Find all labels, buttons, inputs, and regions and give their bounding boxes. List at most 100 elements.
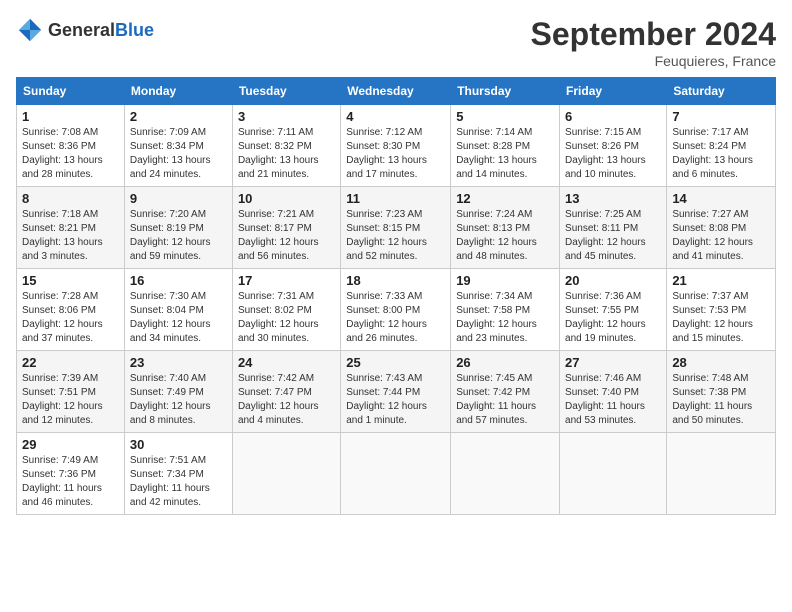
- calendar-cell: 23 Sunrise: 7:40 AMSunset: 7:49 PMDaylig…: [124, 351, 232, 433]
- day-number: 17: [238, 273, 335, 288]
- calendar-cell: 5 Sunrise: 7:14 AMSunset: 8:28 PMDayligh…: [451, 105, 560, 187]
- calendar-cell: 12 Sunrise: 7:24 AMSunset: 8:13 PMDaylig…: [451, 187, 560, 269]
- logo-text: GeneralBlue: [48, 20, 154, 41]
- day-detail: Sunrise: 7:28 AMSunset: 8:06 PMDaylight:…: [22, 290, 119, 346]
- calendar-week-row: 22 Sunrise: 7:39 AMSunset: 7:51 PMDaylig…: [17, 351, 776, 433]
- day-number: 25: [346, 355, 445, 370]
- calendar-cell: [232, 433, 340, 515]
- col-monday: Monday: [124, 78, 232, 105]
- day-number: 13: [565, 191, 661, 206]
- day-number: 24: [238, 355, 335, 370]
- calendar-cell: 16 Sunrise: 7:30 AMSunset: 8:04 PMDaylig…: [124, 269, 232, 351]
- calendar-cell: 22 Sunrise: 7:39 AMSunset: 7:51 PMDaylig…: [17, 351, 125, 433]
- month-title: September 2024: [531, 16, 776, 53]
- calendar-week-row: 8 Sunrise: 7:18 AMSunset: 8:21 PMDayligh…: [17, 187, 776, 269]
- calendar-cell: 11 Sunrise: 7:23 AMSunset: 8:15 PMDaylig…: [341, 187, 451, 269]
- day-number: 1: [22, 109, 119, 124]
- col-friday: Friday: [560, 78, 667, 105]
- day-number: 19: [456, 273, 554, 288]
- day-detail: Sunrise: 7:09 AMSunset: 8:34 PMDaylight:…: [130, 126, 227, 182]
- day-number: 4: [346, 109, 445, 124]
- day-detail: Sunrise: 7:51 AMSunset: 7:34 PMDaylight:…: [130, 454, 227, 510]
- calendar-cell: 6 Sunrise: 7:15 AMSunset: 8:26 PMDayligh…: [560, 105, 667, 187]
- day-detail: Sunrise: 7:15 AMSunset: 8:26 PMDaylight:…: [565, 126, 661, 182]
- calendar-cell: 19 Sunrise: 7:34 AMSunset: 7:58 PMDaylig…: [451, 269, 560, 351]
- day-detail: Sunrise: 7:23 AMSunset: 8:15 PMDaylight:…: [346, 208, 445, 264]
- calendar-cell: [341, 433, 451, 515]
- logo-general: General: [48, 20, 115, 40]
- calendar-cell: 29 Sunrise: 7:49 AMSunset: 7:36 PMDaylig…: [17, 433, 125, 515]
- calendar-cell: 26 Sunrise: 7:45 AMSunset: 7:42 PMDaylig…: [451, 351, 560, 433]
- calendar-cell: 8 Sunrise: 7:18 AMSunset: 8:21 PMDayligh…: [17, 187, 125, 269]
- calendar-cell: 17 Sunrise: 7:31 AMSunset: 8:02 PMDaylig…: [232, 269, 340, 351]
- day-detail: Sunrise: 7:40 AMSunset: 7:49 PMDaylight:…: [130, 372, 227, 428]
- day-detail: Sunrise: 7:21 AMSunset: 8:17 PMDaylight:…: [238, 208, 335, 264]
- day-detail: Sunrise: 7:36 AMSunset: 7:55 PMDaylight:…: [565, 290, 661, 346]
- col-sunday: Sunday: [17, 78, 125, 105]
- day-number: 2: [130, 109, 227, 124]
- day-number: 11: [346, 191, 445, 206]
- day-detail: Sunrise: 7:31 AMSunset: 8:02 PMDaylight:…: [238, 290, 335, 346]
- calendar-cell: 30 Sunrise: 7:51 AMSunset: 7:34 PMDaylig…: [124, 433, 232, 515]
- day-detail: Sunrise: 7:20 AMSunset: 8:19 PMDaylight:…: [130, 208, 227, 264]
- day-detail: Sunrise: 7:42 AMSunset: 7:47 PMDaylight:…: [238, 372, 335, 428]
- calendar-cell: [560, 433, 667, 515]
- logo: GeneralBlue: [16, 16, 154, 44]
- calendar-cell: 28 Sunrise: 7:48 AMSunset: 7:38 PMDaylig…: [667, 351, 776, 433]
- day-detail: Sunrise: 7:46 AMSunset: 7:40 PMDaylight:…: [565, 372, 661, 428]
- calendar-cell: 3 Sunrise: 7:11 AMSunset: 8:32 PMDayligh…: [232, 105, 340, 187]
- calendar-cell: 14 Sunrise: 7:27 AMSunset: 8:08 PMDaylig…: [667, 187, 776, 269]
- day-detail: Sunrise: 7:49 AMSunset: 7:36 PMDaylight:…: [22, 454, 119, 510]
- calendar-cell: 15 Sunrise: 7:28 AMSunset: 8:06 PMDaylig…: [17, 269, 125, 351]
- day-detail: Sunrise: 7:18 AMSunset: 8:21 PMDaylight:…: [22, 208, 119, 264]
- day-detail: Sunrise: 7:24 AMSunset: 8:13 PMDaylight:…: [456, 208, 554, 264]
- day-number: 10: [238, 191, 335, 206]
- calendar-cell: 9 Sunrise: 7:20 AMSunset: 8:19 PMDayligh…: [124, 187, 232, 269]
- logo-icon: [16, 16, 44, 44]
- day-number: 8: [22, 191, 119, 206]
- day-number: 14: [672, 191, 770, 206]
- calendar-cell: 10 Sunrise: 7:21 AMSunset: 8:17 PMDaylig…: [232, 187, 340, 269]
- calendar-cell: 2 Sunrise: 7:09 AMSunset: 8:34 PMDayligh…: [124, 105, 232, 187]
- calendar-cell: 24 Sunrise: 7:42 AMSunset: 7:47 PMDaylig…: [232, 351, 340, 433]
- day-detail: Sunrise: 7:48 AMSunset: 7:38 PMDaylight:…: [672, 372, 770, 428]
- day-detail: Sunrise: 7:14 AMSunset: 8:28 PMDaylight:…: [456, 126, 554, 182]
- day-detail: Sunrise: 7:33 AMSunset: 8:00 PMDaylight:…: [346, 290, 445, 346]
- day-detail: Sunrise: 7:30 AMSunset: 8:04 PMDaylight:…: [130, 290, 227, 346]
- col-wednesday: Wednesday: [341, 78, 451, 105]
- day-number: 29: [22, 437, 119, 452]
- col-thursday: Thursday: [451, 78, 560, 105]
- calendar-table: Sunday Monday Tuesday Wednesday Thursday…: [16, 77, 776, 515]
- day-number: 21: [672, 273, 770, 288]
- day-number: 18: [346, 273, 445, 288]
- calendar-header-row: Sunday Monday Tuesday Wednesday Thursday…: [17, 78, 776, 105]
- day-detail: Sunrise: 7:39 AMSunset: 7:51 PMDaylight:…: [22, 372, 119, 428]
- logo-blue: Blue: [115, 20, 154, 40]
- day-detail: Sunrise: 7:08 AMSunset: 8:36 PMDaylight:…: [22, 126, 119, 182]
- calendar-week-row: 15 Sunrise: 7:28 AMSunset: 8:06 PMDaylig…: [17, 269, 776, 351]
- day-number: 6: [565, 109, 661, 124]
- calendar-cell: 21 Sunrise: 7:37 AMSunset: 7:53 PMDaylig…: [667, 269, 776, 351]
- calendar-cell: 25 Sunrise: 7:43 AMSunset: 7:44 PMDaylig…: [341, 351, 451, 433]
- calendar-cell: 1 Sunrise: 7:08 AMSunset: 8:36 PMDayligh…: [17, 105, 125, 187]
- day-detail: Sunrise: 7:34 AMSunset: 7:58 PMDaylight:…: [456, 290, 554, 346]
- calendar-week-row: 1 Sunrise: 7:08 AMSunset: 8:36 PMDayligh…: [17, 105, 776, 187]
- calendar-cell: [667, 433, 776, 515]
- day-detail: Sunrise: 7:43 AMSunset: 7:44 PMDaylight:…: [346, 372, 445, 428]
- day-number: 15: [22, 273, 119, 288]
- calendar-cell: 13 Sunrise: 7:25 AMSunset: 8:11 PMDaylig…: [560, 187, 667, 269]
- day-number: 27: [565, 355, 661, 370]
- day-number: 20: [565, 273, 661, 288]
- day-number: 7: [672, 109, 770, 124]
- day-detail: Sunrise: 7:27 AMSunset: 8:08 PMDaylight:…: [672, 208, 770, 264]
- day-detail: Sunrise: 7:17 AMSunset: 8:24 PMDaylight:…: [672, 126, 770, 182]
- day-number: 30: [130, 437, 227, 452]
- title-section: September 2024 Feuquieres, France: [531, 16, 776, 69]
- day-number: 5: [456, 109, 554, 124]
- day-detail: Sunrise: 7:45 AMSunset: 7:42 PMDaylight:…: [456, 372, 554, 428]
- day-detail: Sunrise: 7:37 AMSunset: 7:53 PMDaylight:…: [672, 290, 770, 346]
- day-detail: Sunrise: 7:25 AMSunset: 8:11 PMDaylight:…: [565, 208, 661, 264]
- day-detail: Sunrise: 7:11 AMSunset: 8:32 PMDaylight:…: [238, 126, 335, 182]
- day-number: 3: [238, 109, 335, 124]
- calendar-cell: 27 Sunrise: 7:46 AMSunset: 7:40 PMDaylig…: [560, 351, 667, 433]
